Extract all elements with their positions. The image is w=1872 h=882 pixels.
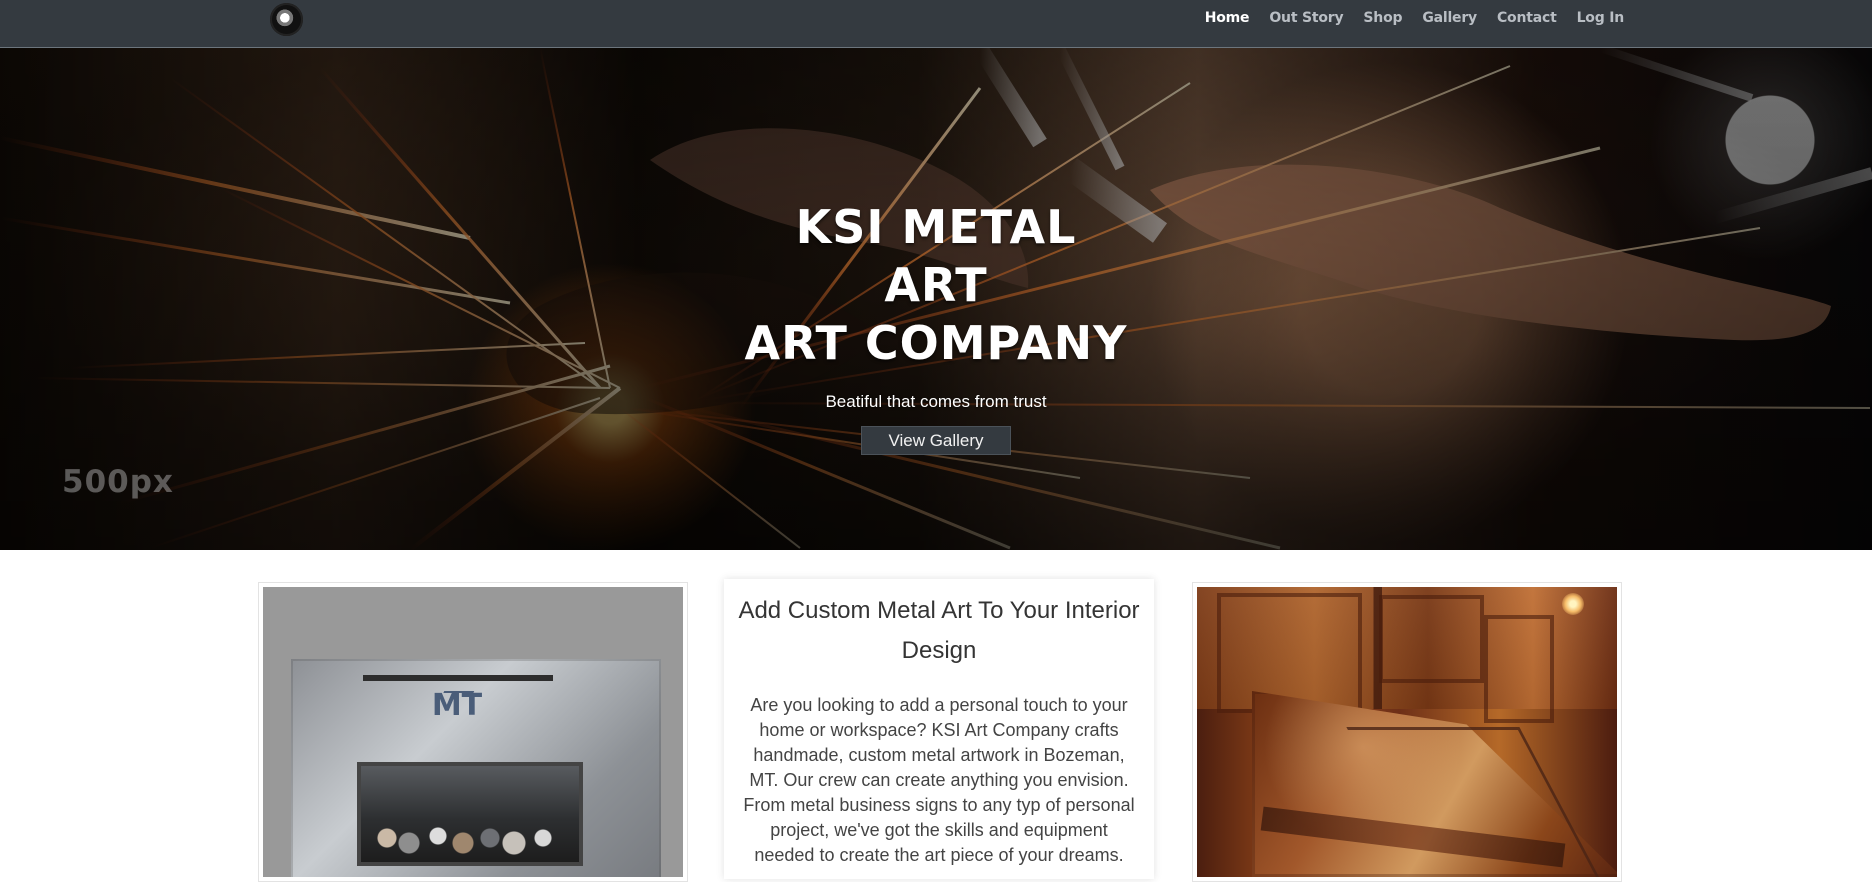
cabinet-panel-left [1217, 593, 1362, 713]
nav-our-story[interactable]: Out Story [1269, 10, 1343, 26]
hero-watermark: 500px [62, 464, 174, 500]
view-gallery-button[interactable]: View Gallery [861, 426, 1011, 455]
hero-content: KSI METAL ART ART COMPANY Beatiful that … [0, 198, 1872, 455]
fireplace-stones [367, 823, 573, 858]
hero-title-line-2: ART COMPANY [744, 316, 1128, 370]
cabinet-panel-middle [1379, 595, 1484, 683]
mt-logo-text: MT [431, 688, 483, 723]
fireplace-image-icon: MT [263, 587, 683, 877]
top-navbar: Home Out Story Shop Gallery Contact Log … [0, 0, 1872, 48]
ceiling-light-icon [1562, 593, 1584, 615]
nav-log-in[interactable]: Log In [1577, 10, 1625, 26]
cabinet-panel-right [1484, 615, 1554, 723]
feature-section: MT Add Custom Metal Art To Your Interior… [0, 550, 1872, 882]
dragon-logo-icon[interactable] [270, 3, 303, 36]
hero-title-line-1: KSI METAL ART [795, 200, 1077, 312]
nav-contact[interactable]: Contact [1497, 10, 1557, 26]
section-body-text: Are you looking to add a personal touch … [743, 695, 1135, 865]
fireplace-top-bar [363, 675, 553, 681]
fireplace-image-card[interactable]: MT [258, 582, 688, 882]
nav-home[interactable]: Home [1205, 10, 1250, 26]
nav-gallery[interactable]: Gallery [1422, 10, 1477, 26]
metal-range-hood-image-icon [1197, 587, 1617, 877]
hero-title: KSI METAL ART ART COMPANY [741, 198, 1131, 372]
intro-text-card: Add Custom Metal Art To Your Interior De… [724, 579, 1154, 879]
range-hood-image-card[interactable] [1192, 582, 1622, 882]
hero-banner: 500px KSI METAL ART ART COMPANY Beatiful… [0, 48, 1872, 550]
nav-shop[interactable]: Shop [1363, 10, 1402, 26]
main-navigation: Home Out Story Shop Gallery Contact Log … [1205, 10, 1624, 26]
hero-subtitle: Beatiful that comes from trust [825, 392, 1047, 411]
section-heading: Add Custom Metal Art To Your Interior De… [738, 597, 1140, 664]
